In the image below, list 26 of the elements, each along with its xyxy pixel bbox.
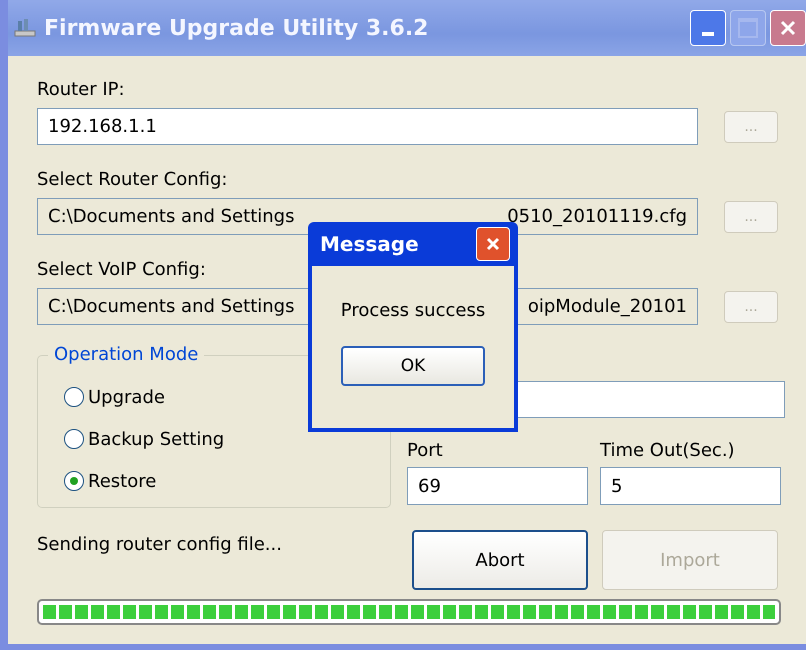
close-button[interactable] <box>476 227 510 261</box>
port-field[interactable]: 69 <box>407 467 588 505</box>
radio-option[interactable]: Restore <box>64 460 390 502</box>
field-label: Time Out(Sec.) <box>600 439 736 463</box>
ok-button[interactable]: OK <box>341 346 485 386</box>
minimize-button[interactable] <box>690 10 726 46</box>
radio-button-icon[interactable] <box>64 471 84 491</box>
timeout-field[interactable]: 5 <box>600 467 781 505</box>
radio-button-icon[interactable] <box>64 387 84 407</box>
field-label: Select Router Config: <box>37 168 228 192</box>
window-title: Firmware Upgrade Utility 3.6.2 <box>44 16 428 40</box>
dialog-message: Process success <box>340 300 486 321</box>
router-icon <box>14 18 36 38</box>
router-ip-field[interactable]: 192.168.1.1 <box>37 108 698 145</box>
dialog-title: Message <box>320 232 419 256</box>
field-label: Port <box>407 439 444 463</box>
close-icon <box>778 18 798 38</box>
field-label: Router IP: <box>37 78 125 102</box>
status-text: Sending router config file... <box>37 533 283 557</box>
close-icon <box>484 235 502 253</box>
radio-button-icon[interactable] <box>64 429 84 449</box>
group-title: Operation Mode <box>48 344 204 365</box>
field-label: Select VoIP Config: <box>37 258 206 282</box>
close-button[interactable] <box>770 10 806 46</box>
radio-option[interactable]: Backup Setting <box>64 418 390 460</box>
action-button[interactable]: Abort <box>412 530 588 590</box>
